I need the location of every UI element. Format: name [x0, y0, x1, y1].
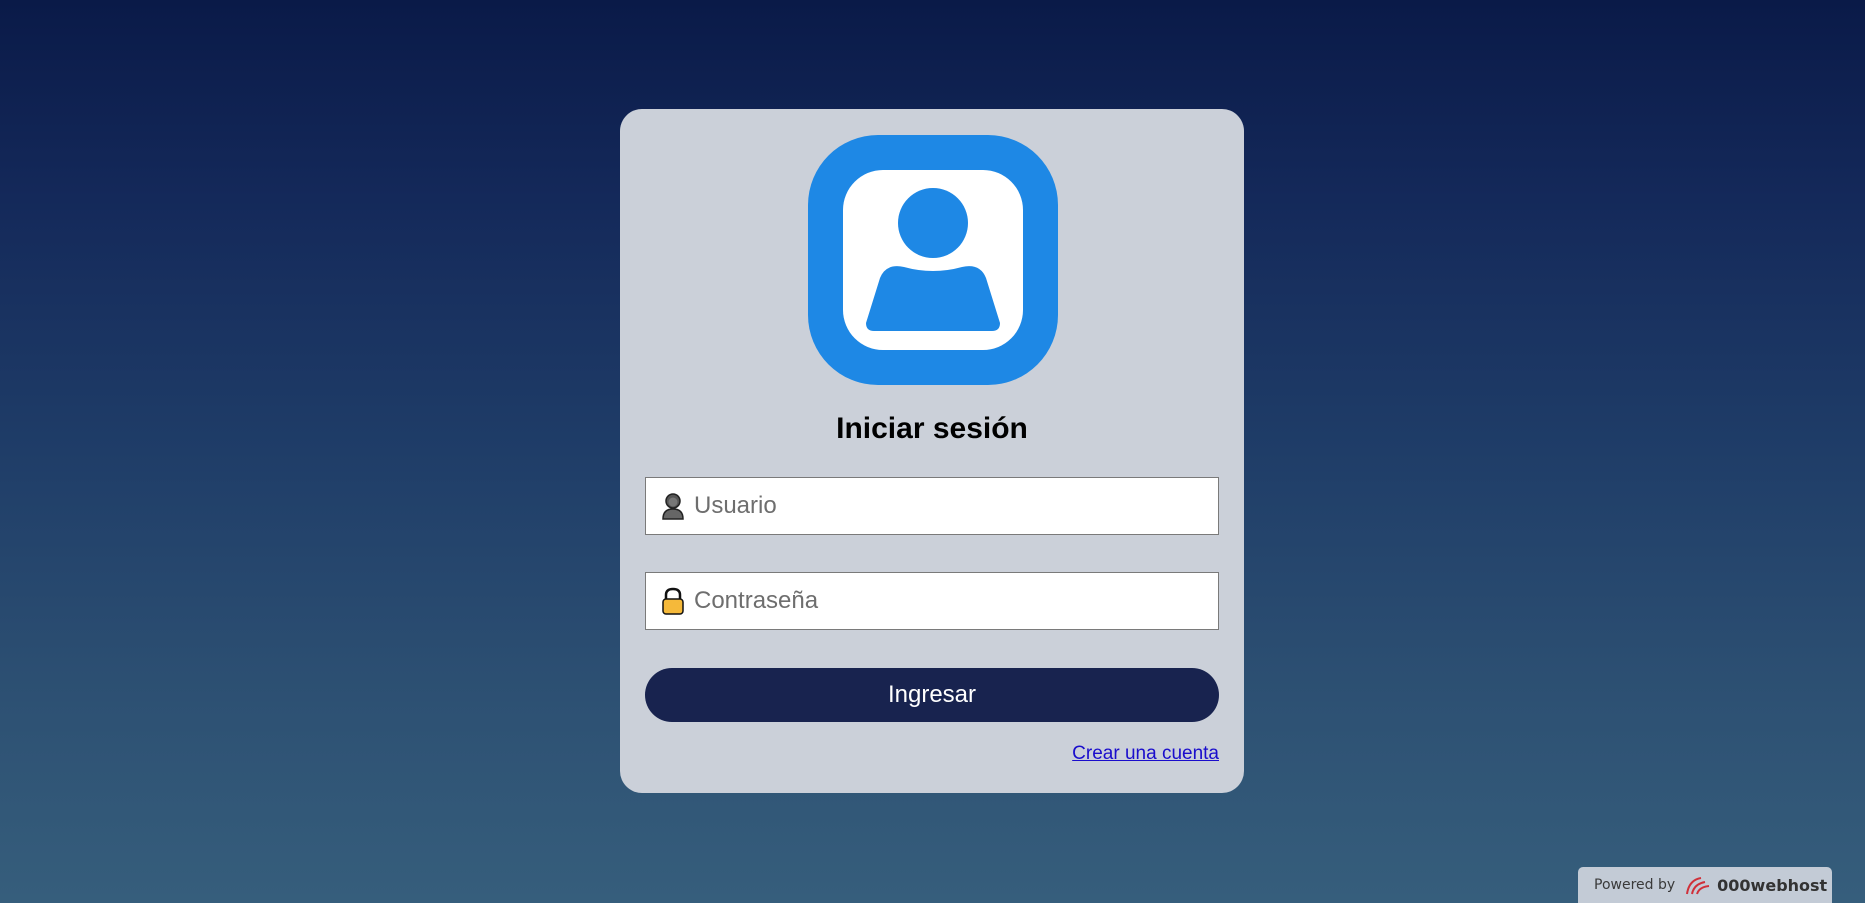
login-title: Iniciar sesión — [836, 412, 1028, 445]
create-account-link[interactable]: Crear una cuenta — [1072, 743, 1219, 765]
brand-name: 000webhost — [1717, 875, 1828, 895]
powered-by-badge[interactable]: Powered by 000webhost — [1578, 867, 1832, 903]
user-avatar-icon — [808, 135, 1058, 385]
lock-icon — [660, 587, 686, 615]
000webhost-logo-icon — [1683, 874, 1713, 896]
powered-by-label: Powered by — [1594, 877, 1676, 893]
username-input[interactable] — [694, 478, 1218, 534]
login-submit-button[interactable]: Ingresar — [645, 668, 1219, 722]
password-input[interactable] — [694, 573, 1218, 629]
username-field[interactable] — [645, 477, 1219, 535]
login-card: Iniciar sesión Ingresar Crear una cuenta — [620, 109, 1244, 793]
person-icon — [660, 492, 686, 520]
password-field[interactable] — [645, 572, 1219, 630]
